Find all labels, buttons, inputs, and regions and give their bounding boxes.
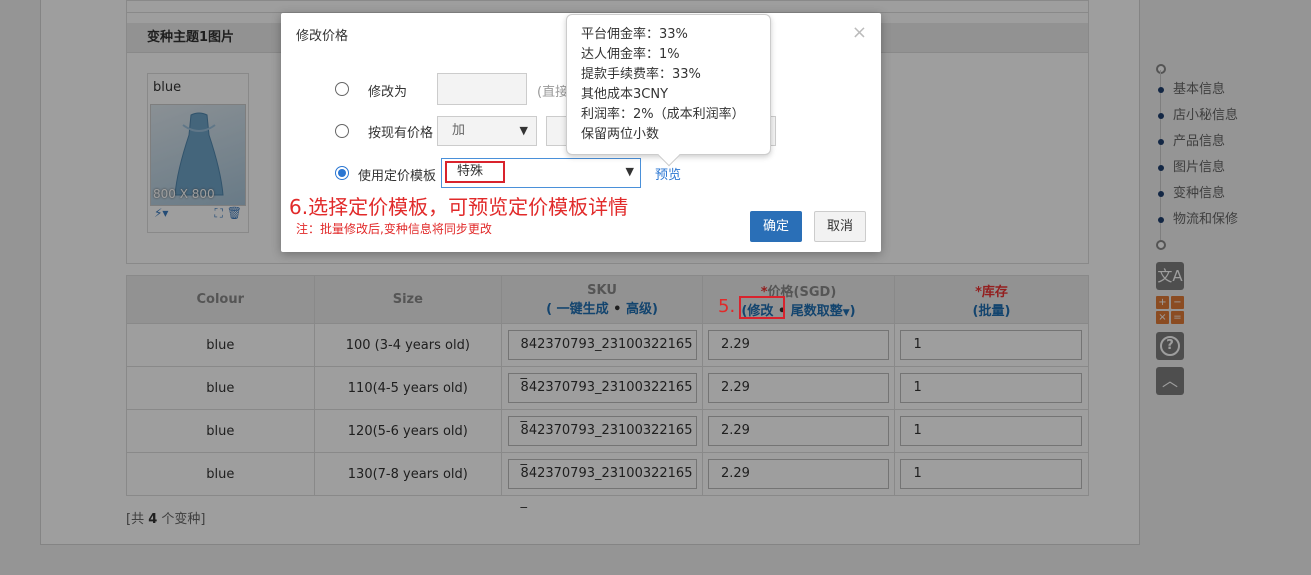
tip-profit-rate: 利润率：2%（成本利润率） (581, 107, 745, 122)
modal-title: 修改价格 (296, 29, 349, 44)
template-preview-tooltip: 平台佣金率：33% 达人佣金率：1% 提款手续费率：33% 其他成本3CNY 利… (566, 14, 771, 167)
confirm-button[interactable]: 确定 (750, 211, 802, 242)
close-icon[interactable]: × (852, 22, 867, 43)
tip-withdrawal-fee: 提款手续费率：33% (581, 67, 701, 82)
modify-value-input[interactable] (437, 73, 527, 105)
tip-platform-commission: 平台佣金率：33% (581, 27, 688, 42)
radio-use-template[interactable] (335, 166, 349, 180)
template-selected-value[interactable]: 特殊 (445, 161, 505, 183)
radio-modify-to[interactable] (335, 82, 349, 96)
tip-influencer-commission: 达人佣金率：1% (581, 47, 680, 62)
step5-highlight-box (739, 296, 785, 319)
preview-link[interactable]: 预览 (655, 164, 681, 183)
option-modify-label: 修改为 (368, 85, 408, 100)
operator-value: 加 (452, 123, 466, 138)
cancel-button[interactable]: 取消 (814, 211, 866, 242)
option-template-label: 使用定价模板 (358, 169, 437, 184)
option-by-price-label: 按现有价格 (368, 126, 434, 141)
radio-by-price[interactable] (335, 124, 349, 138)
modify-hint: (直接 (537, 85, 569, 100)
tip-decimals: 保留两位小数 (581, 127, 660, 142)
step5-annotation: 5. (718, 296, 736, 317)
chevron-down-icon: ▼ (625, 165, 634, 178)
sync-note: 注：批量修改后,变种信息将同步更改 (296, 222, 492, 236)
chevron-down-icon: ▼ (519, 124, 528, 137)
step6-annotation: 6.选择定价模板，可预览定价模板详情 (289, 195, 629, 219)
tip-other-cost: 其他成本3CNY (581, 87, 669, 102)
operator-select[interactable]: 加 ▼ (437, 116, 537, 146)
